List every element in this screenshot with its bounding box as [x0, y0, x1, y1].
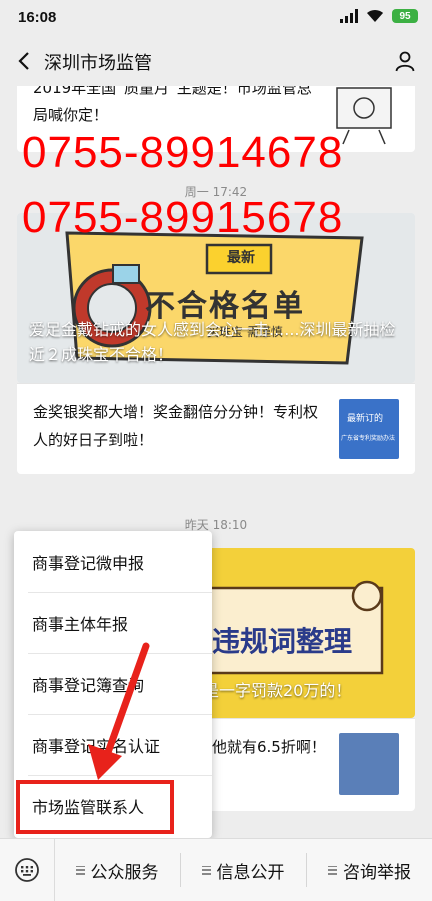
- battery-icon: 95: [392, 9, 418, 23]
- bottom-menu-bar: 公众服务 信息公开 咨询举报: [0, 838, 432, 901]
- thumb-label: 最新订的: [347, 414, 384, 424]
- profile-icon[interactable]: [394, 50, 416, 72]
- menu-lines-icon: [201, 865, 211, 875]
- menu-item-registration-apply[interactable]: 商事登记微申报: [14, 531, 212, 592]
- tab-public-service[interactable]: 公众服务: [55, 839, 179, 901]
- back-arrow-icon[interactable]: [14, 50, 36, 72]
- tab-label: 咨询举报: [343, 862, 411, 883]
- article-thumbnail: 最新订的 广东省专利奖励办法: [339, 399, 399, 459]
- tab-label: 信息公开: [216, 862, 285, 883]
- page-title: 深圳市场监管: [44, 53, 152, 74]
- menu-lines-icon: [75, 865, 85, 875]
- article-title: 他就有6.5折啊！: [212, 738, 326, 756]
- phone-number-overlay: 0755-89915678: [22, 193, 344, 242]
- tab-info-disclosure[interactable]: 信息公开: [181, 839, 305, 901]
- banner-badge: 最新: [227, 250, 255, 266]
- article-caption: 爱足金戴钻戒的女人感到会心一击......深圳最新抽检近２成珠宝不合格！: [29, 320, 396, 364]
- article-thumbnail: [339, 733, 399, 795]
- status-bar: 16:08 95: [0, 0, 432, 36]
- keyboard-toggle[interactable]: [0, 839, 55, 901]
- menu-lines-icon: [328, 865, 337, 875]
- article-title: 2019年全国“质量月”主题是！市场监管总局喊你定！: [33, 86, 312, 124]
- phone-number-overlay: 0755-89914678: [22, 128, 344, 177]
- status-icons: 95: [340, 9, 418, 23]
- nav-bar: 深圳市场监管: [0, 36, 432, 86]
- signal-icon: [340, 9, 358, 23]
- tab-consult-report[interactable]: 咨询举报: [307, 839, 432, 901]
- annotation-arrow-icon: [88, 642, 150, 780]
- thumb-sublabel: 广东省专利奖励办法: [341, 435, 396, 442]
- tab-label: 公众服务: [90, 862, 159, 883]
- article-title: 金奖银奖都大增！奖金翻倍分分钟！专利权人的好日子到啦！: [33, 403, 319, 449]
- article-card[interactable]: 金奖银奖都大增！奖金翻倍分分钟！专利权人的好日子到啦！ 最新订的 广东省专利奖励…: [17, 383, 415, 474]
- banner-title: 违规词整理: [212, 625, 353, 658]
- status-time: 16:08: [18, 9, 57, 26]
- wifi-icon: [367, 9, 383, 22]
- annotation-highlight-box: [16, 780, 174, 834]
- keyboard-icon: [15, 858, 39, 882]
